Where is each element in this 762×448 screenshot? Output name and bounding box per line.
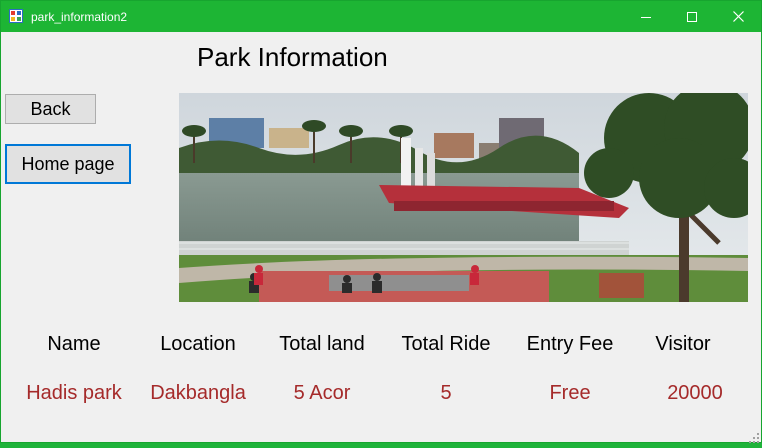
value-entry-fee: Free <box>549 382 591 404</box>
value-total-ride: 5 <box>440 382 452 404</box>
value-total-land: 5 Acor <box>293 382 351 404</box>
park-photo <box>179 93 748 302</box>
header-location: Location <box>160 333 236 355</box>
back-button[interactable]: Back <box>5 94 96 124</box>
page-title: Park Information <box>197 42 388 72</box>
close-button[interactable] <box>715 1 761 32</box>
maximize-icon <box>687 11 697 22</box>
minimize-icon <box>641 12 651 22</box>
app-icon <box>9 9 23 23</box>
header-entry-fee: Entry Fee <box>526 333 614 355</box>
client-area: Park Information Back Home page Name Loc… <box>1 32 761 443</box>
window-title: park_information2 <box>31 10 128 24</box>
header-total-ride: Total Ride <box>401 333 491 355</box>
header-visitor: Visitor <box>655 333 711 355</box>
header-name: Name <box>47 333 101 355</box>
value-location: Dakbangla <box>150 382 246 404</box>
home-page-button[interactable]: Home page <box>5 144 131 184</box>
header-total-land: Total land <box>279 333 365 355</box>
maximize-button[interactable] <box>669 1 715 32</box>
close-icon <box>732 11 744 22</box>
minimize-button[interactable] <box>623 1 669 32</box>
value-name: Hadis park <box>26 382 122 404</box>
title-bar[interactable]: park_information2 <box>1 1 761 32</box>
value-visitor: 20000 <box>667 382 723 404</box>
resize-grip-icon[interactable] <box>749 430 759 443</box>
app-window: park_information2 Park Information Back … <box>0 0 762 443</box>
